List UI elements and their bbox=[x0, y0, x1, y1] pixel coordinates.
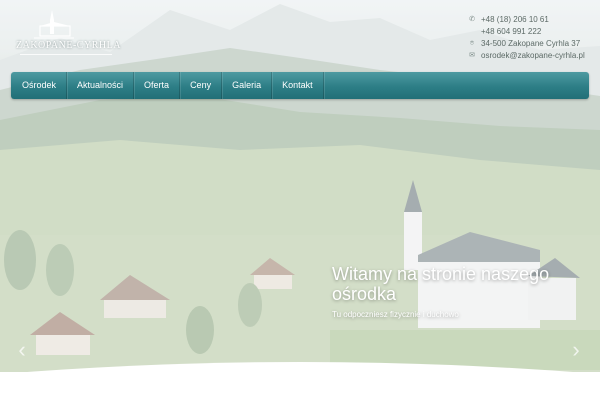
contact-address-text: 34-500 Zakopane Cyrhla 37 bbox=[481, 39, 581, 48]
phone-icon: ✆ bbox=[469, 16, 475, 23]
logo[interactable]: ZAKOPANE-CYRHLA bbox=[16, 10, 121, 60]
contact-phone-1-text: +48 (18) 206 10 61 bbox=[481, 15, 549, 24]
nav-item-ceny[interactable]: Ceny bbox=[180, 72, 223, 99]
nav-item-osrodek[interactable]: Ośrodek bbox=[11, 72, 68, 99]
contact-info: ✆ +48 (18) 206 10 61 ✆ +48 604 991 222 ⌾… bbox=[468, 14, 598, 62]
church-logo-icon bbox=[34, 10, 74, 39]
main-navigation: Ośrodek Aktualności Oferta Ceny Galeria … bbox=[11, 72, 589, 99]
contact-phone-2[interactable]: ✆ +48 604 991 222 bbox=[468, 26, 598, 38]
contact-email[interactable]: ✉ osrodek@zakopane-cyrhla.pl bbox=[468, 50, 598, 62]
hero-subtitle: Tu odpoczniesz fizycznie i duchowo bbox=[332, 310, 459, 319]
contact-phone-1[interactable]: ✆ +48 (18) 206 10 61 bbox=[468, 14, 598, 26]
bottom-wave-divider bbox=[0, 362, 600, 400]
logo-brand-text: ZAKOPANE-CYRHLA bbox=[16, 40, 121, 51]
hero-title-line-1: Witamy na stronie naszego bbox=[332, 264, 550, 284]
nav-item-oferta[interactable]: Oferta bbox=[134, 72, 181, 99]
nav-item-kontakt[interactable]: Kontakt bbox=[272, 72, 324, 99]
envelope-icon: ✉ bbox=[469, 52, 475, 59]
contact-phone-2-text: +48 604 991 222 bbox=[481, 27, 542, 36]
hero-caption: Witamy na stronie naszego ośrodka Tu odp… bbox=[332, 264, 592, 319]
nav-item-galeria[interactable]: Galeria bbox=[222, 72, 273, 99]
hero-title-line-2: ośrodka bbox=[332, 284, 397, 304]
contact-email-text: osrodek@zakopane-cyrhla.pl bbox=[481, 51, 585, 60]
location-pin-icon: ⌾ bbox=[469, 40, 475, 47]
contact-address: ⌾ 34-500 Zakopane Cyrhla 37 bbox=[468, 38, 598, 50]
logo-underline bbox=[20, 54, 112, 58]
nav-item-aktualnosci[interactable]: Aktualności bbox=[67, 72, 135, 99]
